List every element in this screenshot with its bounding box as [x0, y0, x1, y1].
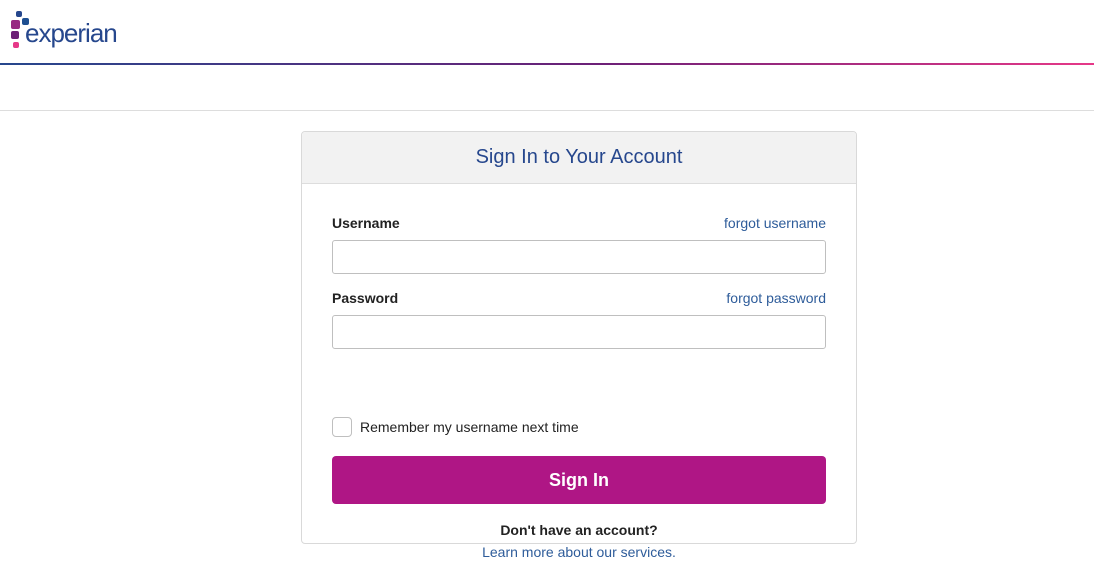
sign-in-button[interactable]: Sign In [332, 456, 826, 504]
no-account-text: Don't have an account? [500, 522, 658, 538]
password-label: Password [332, 290, 399, 306]
password-input[interactable] [332, 315, 826, 349]
remember-username-label[interactable]: Remember my username next time [360, 419, 579, 435]
header-gradient-divider [0, 63, 1094, 65]
forgot-username-link[interactable]: forgot username [724, 215, 826, 231]
username-label: Username [332, 215, 400, 231]
username-row: Username forgot username [332, 215, 826, 231]
forgot-password-link[interactable]: forgot password [726, 290, 826, 306]
remember-username-row: Remember my username next time [332, 417, 579, 437]
learn-more-link[interactable]: Learn more about our services. [302, 544, 856, 560]
page-title: Sign In to Your Account [475, 146, 683, 168]
signin-card: Sign In to Your Account Username forgot … [301, 131, 857, 560]
remember-username-checkbox[interactable] [332, 417, 352, 437]
username-input[interactable] [332, 240, 826, 274]
experian-logo[interactable]: experian [10, 10, 140, 54]
signin-card-header: Sign In to Your Account [302, 132, 856, 184]
subheader-divider [0, 110, 1094, 111]
site-header: experian [0, 0, 1094, 64]
password-row: Password forgot password [332, 290, 826, 306]
logo-wordmark: experian [25, 18, 118, 48]
